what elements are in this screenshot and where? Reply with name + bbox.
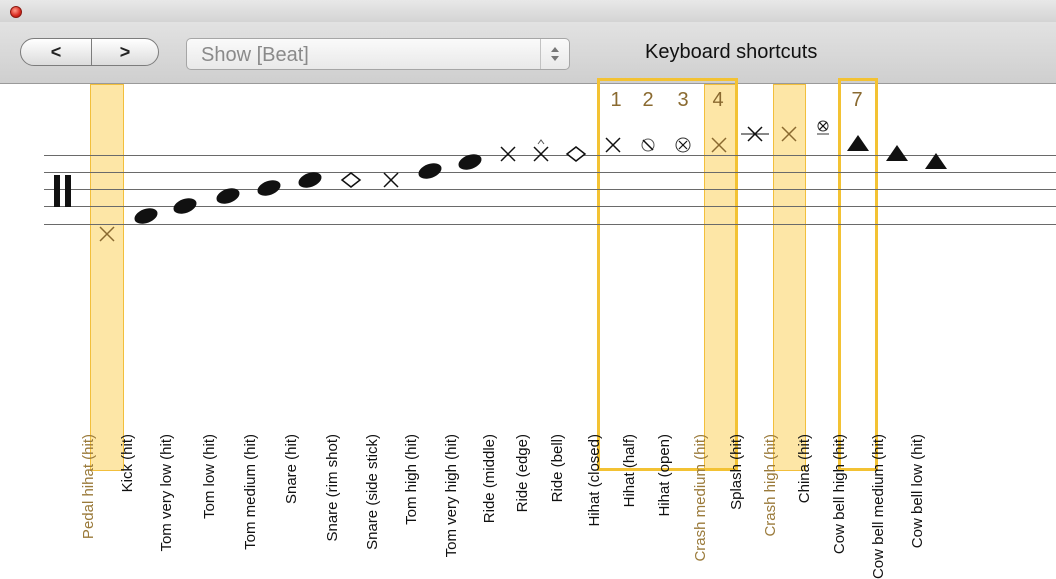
instrument-label-text: Tom high (hit) xyxy=(403,434,420,525)
instrument-label: Tom very low (hit) xyxy=(158,264,201,552)
keyboard-shortcuts-title: Keyboard shortcuts xyxy=(645,41,818,63)
note-head-open-diamond xyxy=(565,146,587,162)
instrument-label-text: Crash high (hit) xyxy=(762,434,779,537)
note-head-filled-triangle xyxy=(886,145,908,161)
instrument-label: Snare (rim shot) xyxy=(324,264,367,542)
next-button[interactable]: > xyxy=(91,38,159,66)
note-head-x-head xyxy=(99,226,115,242)
instrument-label-text: Snare (rim shot) xyxy=(324,434,341,542)
instrument-label: Cow bell low (hit) xyxy=(909,264,952,548)
note-head-filled-oval xyxy=(134,208,158,224)
instrument-label: Snare (hit) xyxy=(283,264,326,504)
instrument-label: Tom medium (hit) xyxy=(242,264,285,550)
instrument-label: Splash (hit) xyxy=(728,264,771,510)
note-head-filled-oval xyxy=(458,154,482,170)
instrument-label: Pedal hihat (hit) xyxy=(80,264,123,539)
toolbar: < > Show [Beat] Keyboard shortcuts xyxy=(0,22,1056,84)
instrument-label-text: Snare (side stick) xyxy=(364,434,381,550)
note-head-filled-oval xyxy=(216,188,240,204)
instrument-label-text: Hihat (closed) xyxy=(586,434,603,527)
instrument-label: Ride (middle) xyxy=(481,264,524,523)
note-heads xyxy=(99,120,947,242)
note-head-slashed-circle xyxy=(641,138,655,152)
note-head-x-head xyxy=(781,126,797,142)
instrument-label-text: Cow bell high (hit) xyxy=(831,434,848,555)
instrument-label: Snare (side stick) xyxy=(364,264,407,550)
instrument-label-text: Hihat (open) xyxy=(656,434,673,517)
note-head-open-diamond xyxy=(340,172,362,188)
note-head-x-accent xyxy=(533,139,549,162)
instrument-label-text: China (hit) xyxy=(796,434,813,504)
instrument-label-text: Tom low (hit) xyxy=(201,434,218,520)
instrument-label: Cow bell high (hit) xyxy=(831,264,874,554)
instrument-label-text: Ride (middle) xyxy=(481,434,498,524)
instrument-label: Ride (bell) xyxy=(549,264,592,502)
instrument-label: Hihat (closed) xyxy=(586,264,629,527)
note-head-filled-oval xyxy=(257,180,281,196)
instrument-label: Crash high (hit) xyxy=(762,264,805,537)
instrument-label-text: Snare (hit) xyxy=(283,434,300,505)
instrument-label: China (hit) xyxy=(796,264,839,503)
select-stepper-icon xyxy=(540,39,569,69)
instrument-label-text: Ride (edge) xyxy=(514,434,531,513)
view-select[interactable]: Show [Beat] xyxy=(186,38,570,70)
note-head-x-head xyxy=(711,137,727,153)
instrument-label-text: Tom very high (hit) xyxy=(443,434,460,558)
instrument-label: Hihat (open) xyxy=(656,264,699,517)
chevron-up-icon xyxy=(551,47,559,52)
instrument-label-text: Cow bell medium (hit) xyxy=(870,434,887,579)
instrument-label-text: Cow bell low (hit) xyxy=(909,434,926,549)
note-head-x-head xyxy=(383,172,399,188)
note-head-filled-triangle xyxy=(847,135,869,151)
note-head-x-head xyxy=(605,137,621,153)
instrument-label-text: Kick (hit) xyxy=(119,434,136,493)
note-head-filled-triangle xyxy=(925,153,947,169)
note-head-filled-oval xyxy=(298,172,322,188)
instrument-label: Tom very high (hit) xyxy=(443,264,486,557)
instrument-label: Crash medium (hit) xyxy=(692,264,735,562)
view-select-value: Show [Beat] xyxy=(201,44,309,66)
instrument-label: Cow bell medium (hit) xyxy=(870,264,913,579)
note-head-circled-x-accent xyxy=(817,120,829,135)
instrument-label: Ride (edge) xyxy=(514,264,557,512)
note-head-filled-oval xyxy=(418,163,442,179)
title-bar xyxy=(0,0,1056,23)
instrument-label-text: Tom medium (hit) xyxy=(242,434,259,550)
note-head-filled-oval xyxy=(173,198,197,214)
instrument-label-text: Tom very low (hit) xyxy=(158,434,175,552)
instrument-label-text: Pedal hihat (hit) xyxy=(80,434,97,540)
instrument-label: Kick (hit) xyxy=(119,264,162,492)
instrument-label: Hihat (half) xyxy=(621,264,664,507)
note-head-circled-x xyxy=(675,137,691,153)
instrument-label-text: Splash (hit) xyxy=(728,434,745,510)
previous-button[interactable]: < xyxy=(20,38,92,66)
instrument-label: Tom low (hit) xyxy=(201,264,244,519)
chevron-down-icon xyxy=(551,56,559,61)
instrument-label-text: Crash medium (hit) xyxy=(692,434,709,562)
instrument-label-text: Ride (bell) xyxy=(549,434,566,503)
note-head-x-head xyxy=(741,126,769,142)
close-icon[interactable] xyxy=(10,6,22,18)
drum-map-panel: 1 2 3 4 7 Pedal hihat (hit) Kick (hit) Tom… xyxy=(0,78,1056,579)
note-head-x-head xyxy=(500,146,516,162)
instrument-label: Tom high (hit) xyxy=(403,264,446,525)
